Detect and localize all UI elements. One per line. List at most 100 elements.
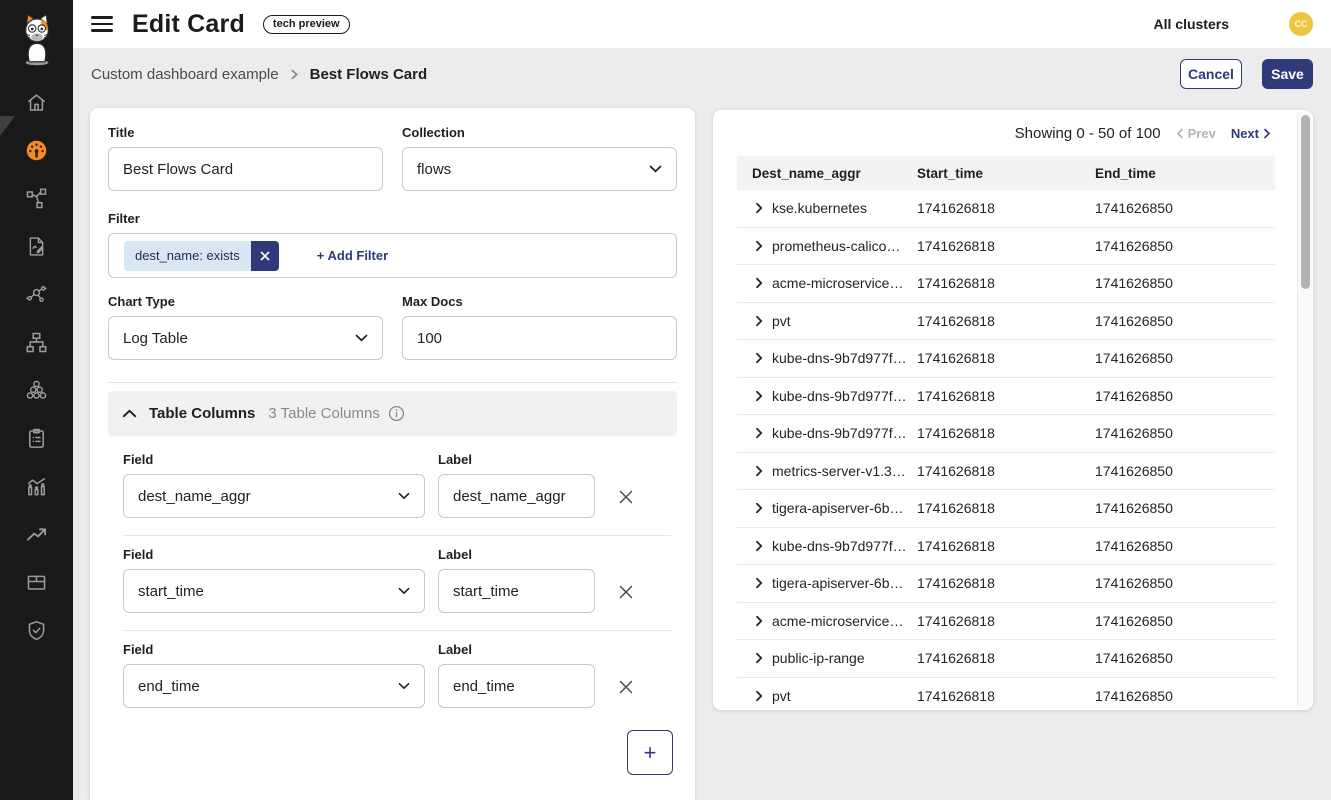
remove-filter-button[interactable] xyxy=(251,241,279,271)
start-time-cell: 1741626818 xyxy=(917,538,1095,554)
menu-hamburger-icon[interactable] xyxy=(91,16,113,32)
remove-column-button[interactable] xyxy=(614,580,638,604)
start-time-cell: 1741626818 xyxy=(917,350,1095,366)
expand-row-icon[interactable] xyxy=(755,315,763,327)
card-preview-panel: Showing 0 - 50 of 100 Prev Next Dest_nam… xyxy=(713,110,1313,710)
start-time-cell: 1741626818 xyxy=(917,688,1095,704)
field-select[interactable]: start_time xyxy=(123,569,425,613)
info-icon[interactable] xyxy=(388,405,405,422)
start-time-cell: 1741626818 xyxy=(917,238,1095,254)
table-row: metrics-server-v1.3… 1741626818 17416268… xyxy=(737,453,1275,491)
expand-row-icon[interactable] xyxy=(755,390,763,402)
expand-row-icon[interactable] xyxy=(755,427,763,439)
breadcrumb-current: Best Flows Card xyxy=(310,66,428,83)
end-time-cell: 1741626850 xyxy=(1095,350,1275,366)
chart-type-select[interactable]: Log Table xyxy=(108,316,383,360)
sidebar-item-threat-graph[interactable] xyxy=(0,270,73,318)
cluster-selector[interactable]: All clusters xyxy=(1154,16,1229,32)
workload-box-icon xyxy=(25,571,48,594)
end-time-cell: 1741626850 xyxy=(1095,538,1275,554)
dest-name-cell: prometheus-calico… xyxy=(772,238,900,254)
expand-row-icon[interactable] xyxy=(755,465,763,477)
field-select[interactable]: end_time xyxy=(123,664,425,708)
dest-name-cell: kube-dns-9b7d977f… xyxy=(772,350,907,366)
sidebar-item-logs[interactable] xyxy=(0,222,73,270)
expand-row-icon[interactable] xyxy=(755,615,763,627)
label-input[interactable] xyxy=(438,569,595,613)
title-label: Title xyxy=(108,125,383,140)
expand-row-icon[interactable] xyxy=(755,277,763,289)
end-time-cell: 1741626850 xyxy=(1095,388,1275,404)
trending-arrow-icon xyxy=(25,523,48,546)
user-avatar[interactable]: CC xyxy=(1289,12,1313,36)
column-header: End_time xyxy=(1095,166,1275,181)
end-time-cell: 1741626850 xyxy=(1095,650,1275,666)
remove-column-button[interactable] xyxy=(614,675,638,699)
row-divider xyxy=(123,535,671,536)
scrollbar-thumb[interactable] xyxy=(1301,115,1310,289)
label-input[interactable] xyxy=(438,474,595,518)
sidebar-item-compliance[interactable] xyxy=(0,414,73,462)
cancel-button[interactable]: Cancel xyxy=(1180,59,1242,89)
section-divider xyxy=(108,382,677,383)
start-time-cell: 1741626818 xyxy=(917,313,1095,329)
expand-row-icon[interactable] xyxy=(755,352,763,364)
dest-name-cell: pvt xyxy=(772,688,791,704)
max-docs-input[interactable] xyxy=(402,316,677,360)
start-time-cell: 1741626818 xyxy=(917,650,1095,666)
sidebar-item-service-graph[interactable] xyxy=(0,174,73,222)
column-header: Start_time xyxy=(917,166,1095,181)
chevron-down-icon xyxy=(398,587,410,595)
cat-mascot-icon xyxy=(16,10,58,68)
analytics-chart-icon xyxy=(25,475,48,498)
remove-column-button[interactable] xyxy=(614,485,638,509)
label-input[interactable] xyxy=(438,664,595,708)
chevron-down-icon xyxy=(398,492,410,500)
add-filter-link[interactable]: + Add Filter xyxy=(317,248,388,263)
end-time-cell: 1741626850 xyxy=(1095,463,1275,479)
add-column-button[interactable]: + xyxy=(627,730,673,775)
chart-type-selected-value: Log Table xyxy=(123,330,188,347)
threat-graph-icon xyxy=(25,283,48,306)
table-columns-section-header[interactable]: Table Columns 3 Table Columns xyxy=(108,391,677,436)
expand-row-icon[interactable] xyxy=(755,577,763,589)
calico-cat-logo[interactable] xyxy=(0,0,73,78)
sidebar-item-network-sets[interactable] xyxy=(0,318,73,366)
expand-row-icon[interactable] xyxy=(755,690,763,702)
label-label: Label xyxy=(438,452,595,467)
table-row: kube-dns-9b7d977f… 1741626818 1741626850 xyxy=(737,378,1275,416)
chevron-up-icon[interactable] xyxy=(122,409,137,418)
card-editor-panel: Title Collection flows Filter dest_name:… xyxy=(90,108,695,800)
collection-select[interactable]: flows xyxy=(402,147,677,191)
end-time-cell: 1741626850 xyxy=(1095,425,1275,441)
expand-row-icon[interactable] xyxy=(755,202,763,214)
title-input[interactable] xyxy=(108,147,383,191)
expand-row-icon[interactable] xyxy=(755,240,763,252)
vertical-scrollbar[interactable] xyxy=(1297,111,1312,709)
breadcrumb-parent-link[interactable]: Custom dashboard example xyxy=(91,66,279,83)
prev-page-button[interactable]: Prev xyxy=(1176,126,1216,141)
start-time-cell: 1741626818 xyxy=(917,500,1095,516)
close-icon xyxy=(618,489,634,505)
column-config-row: Field dest_name_aggr Label xyxy=(123,452,671,518)
sidebar-item-analytics[interactable] xyxy=(0,462,73,510)
field-label: Field xyxy=(123,642,425,657)
dest-name-cell: acme-microservice… xyxy=(772,275,903,291)
label-label: Label xyxy=(438,642,595,657)
expand-row-icon[interactable] xyxy=(755,502,763,514)
field-select[interactable]: dest_name_aggr xyxy=(123,474,425,518)
service-graph-icon xyxy=(25,187,48,210)
table-row: acme-microservice… 1741626818 1741626850 xyxy=(737,265,1275,303)
next-page-button[interactable]: Next xyxy=(1231,126,1271,141)
start-time-cell: 1741626818 xyxy=(917,388,1095,404)
sidebar-item-workloads[interactable] xyxy=(0,558,73,606)
expand-row-icon[interactable] xyxy=(755,540,763,552)
sidebar-item-security[interactable] xyxy=(0,606,73,654)
expand-row-icon[interactable] xyxy=(755,652,763,664)
end-time-cell: 1741626850 xyxy=(1095,275,1275,291)
sidebar-item-clusters[interactable] xyxy=(0,366,73,414)
field-selected-value: end_time xyxy=(138,678,200,695)
sidebar-item-trends[interactable] xyxy=(0,510,73,558)
save-button[interactable]: Save xyxy=(1262,59,1313,89)
filter-input-area[interactable]: dest_name: exists + Add Filter xyxy=(108,233,677,278)
